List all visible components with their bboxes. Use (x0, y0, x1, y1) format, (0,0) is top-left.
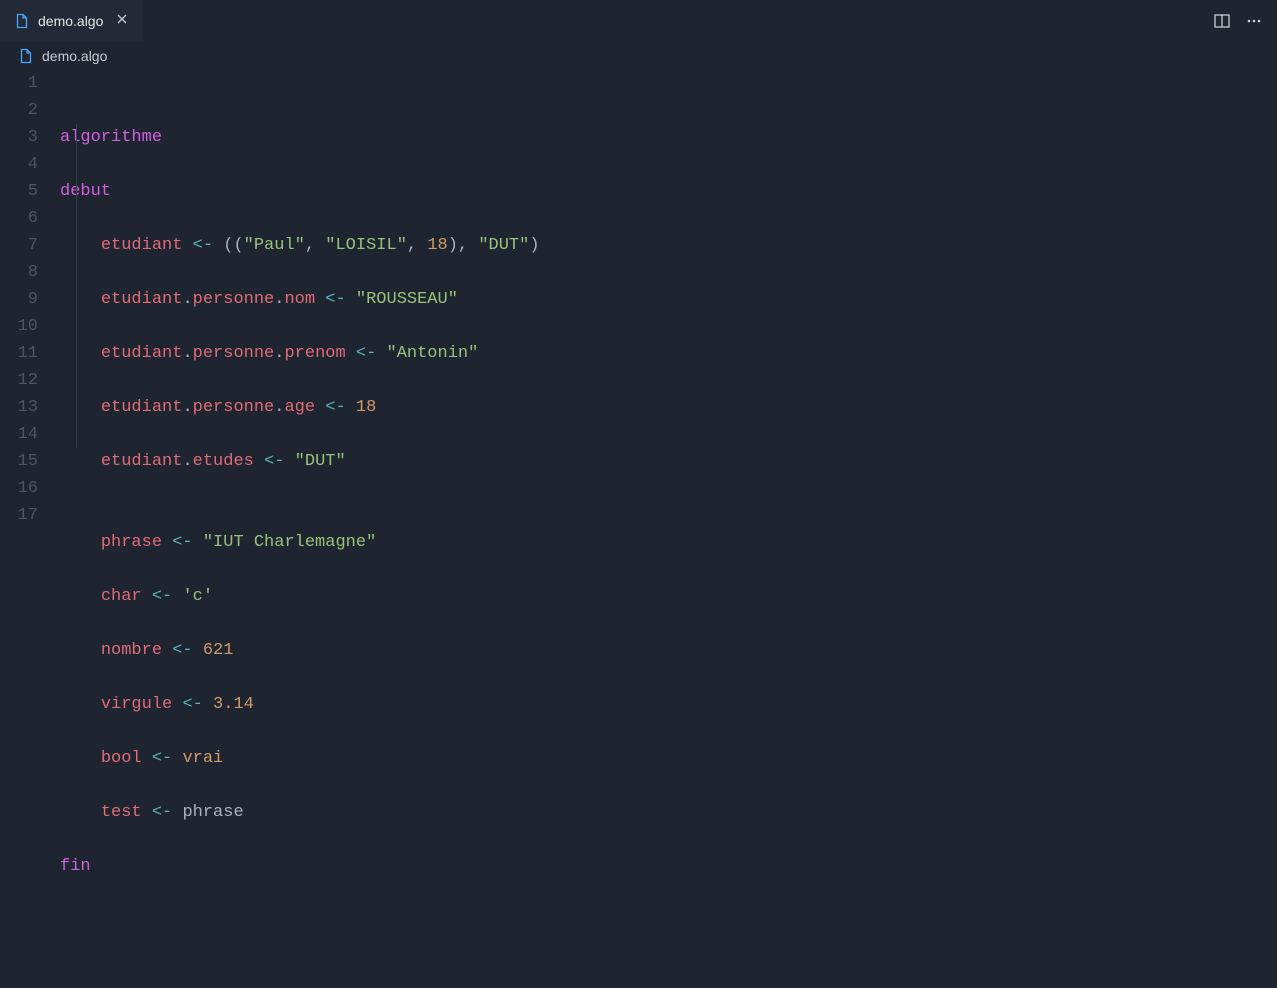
identifier: bool (101, 749, 142, 768)
line-number: 15 (12, 448, 38, 475)
number: 18 (356, 398, 376, 417)
code-content[interactable]: algorithme debut etudiant <- (("Paul", "… (60, 70, 540, 988)
operator: <- (325, 398, 345, 417)
number: 3.14 (213, 695, 254, 714)
identifier: phrase (182, 803, 243, 822)
line-number: 5 (12, 178, 38, 205)
string: "LOISIL" (325, 236, 407, 255)
more-actions-icon[interactable] (1245, 12, 1263, 30)
identifier: etudiant (101, 290, 183, 309)
punct: , (407, 236, 427, 255)
line-number: 13 (12, 394, 38, 421)
line-number: 14 (12, 421, 38, 448)
split-editor-icon[interactable] (1213, 12, 1231, 30)
line-number: 6 (12, 205, 38, 232)
editor-actions (1213, 12, 1277, 30)
property: personne (193, 398, 275, 417)
punct: . (274, 344, 284, 363)
punct: . (274, 398, 284, 417)
operator: <- (182, 695, 202, 714)
line-number: 12 (12, 367, 38, 394)
punct: . (182, 398, 192, 417)
string: "IUT Charlemagne" (203, 533, 376, 552)
operator: <- (325, 290, 345, 309)
operator: <- (264, 452, 284, 471)
tab-filename: demo.algo (38, 13, 103, 29)
file-icon (14, 13, 30, 29)
operator: <- (152, 803, 172, 822)
keyword: fin (60, 857, 91, 876)
tabs-container: demo.algo (0, 0, 143, 42)
line-number: 8 (12, 259, 38, 286)
breadcrumb[interactable]: demo.algo (0, 42, 1277, 70)
punct: , (458, 236, 478, 255)
punct: (( (223, 236, 243, 255)
string: 'c' (182, 587, 213, 606)
identifier: test (101, 803, 142, 822)
line-number: 7 (12, 232, 38, 259)
number: 621 (203, 641, 234, 660)
identifier: etudiant (101, 236, 183, 255)
line-number: 11 (12, 340, 38, 367)
identifier: etudiant (101, 344, 183, 363)
punct: . (182, 290, 192, 309)
property: prenom (284, 344, 345, 363)
line-number: 9 (12, 286, 38, 313)
string: "DUT" (295, 452, 346, 471)
string: "DUT" (478, 236, 529, 255)
punct: ) (448, 236, 458, 255)
line-number: 17 (12, 502, 38, 529)
code-editor[interactable]: 1 2 3 4 5 6 7 8 9 10 11 12 13 14 15 16 1… (0, 70, 1277, 988)
property: etudes (193, 452, 254, 471)
identifier: char (101, 587, 142, 606)
identifier: nombre (101, 641, 162, 660)
punct: . (274, 290, 284, 309)
line-number: 1 (12, 70, 38, 97)
punct: , (305, 236, 325, 255)
breadcrumb-filename: demo.algo (42, 48, 107, 64)
property: personne (193, 290, 275, 309)
operator: <- (356, 344, 376, 363)
editor-tab[interactable]: demo.algo (0, 0, 143, 42)
property: nom (284, 290, 315, 309)
property: age (284, 398, 315, 417)
indent-guide (76, 124, 77, 448)
close-icon[interactable] (115, 12, 129, 31)
line-number: 3 (12, 124, 38, 151)
operator: <- (152, 749, 172, 768)
identifier: phrase (101, 533, 162, 552)
string: "ROUSSEAU" (356, 290, 458, 309)
punct: ) (529, 236, 539, 255)
keyword: debut (60, 182, 111, 201)
punct: . (182, 344, 192, 363)
number: 18 (427, 236, 447, 255)
tab-bar: demo.algo (0, 0, 1277, 42)
line-number: 10 (12, 313, 38, 340)
identifier: etudiant (101, 452, 183, 471)
line-number: 2 (12, 97, 38, 124)
operator: <- (152, 587, 172, 606)
punct: . (182, 452, 192, 471)
operator: <- (172, 533, 192, 552)
line-number-gutter: 1 2 3 4 5 6 7 8 9 10 11 12 13 14 15 16 1… (0, 70, 60, 988)
line-number: 4 (12, 151, 38, 178)
string: "Paul" (244, 236, 305, 255)
line-number: 16 (12, 475, 38, 502)
operator: <- (193, 236, 213, 255)
identifier: etudiant (101, 398, 183, 417)
boolean: vrai (182, 749, 223, 768)
identifier: virgule (101, 695, 172, 714)
string: "Antonin" (387, 344, 479, 363)
property: personne (193, 344, 275, 363)
operator: <- (172, 641, 192, 660)
file-icon (18, 48, 34, 64)
